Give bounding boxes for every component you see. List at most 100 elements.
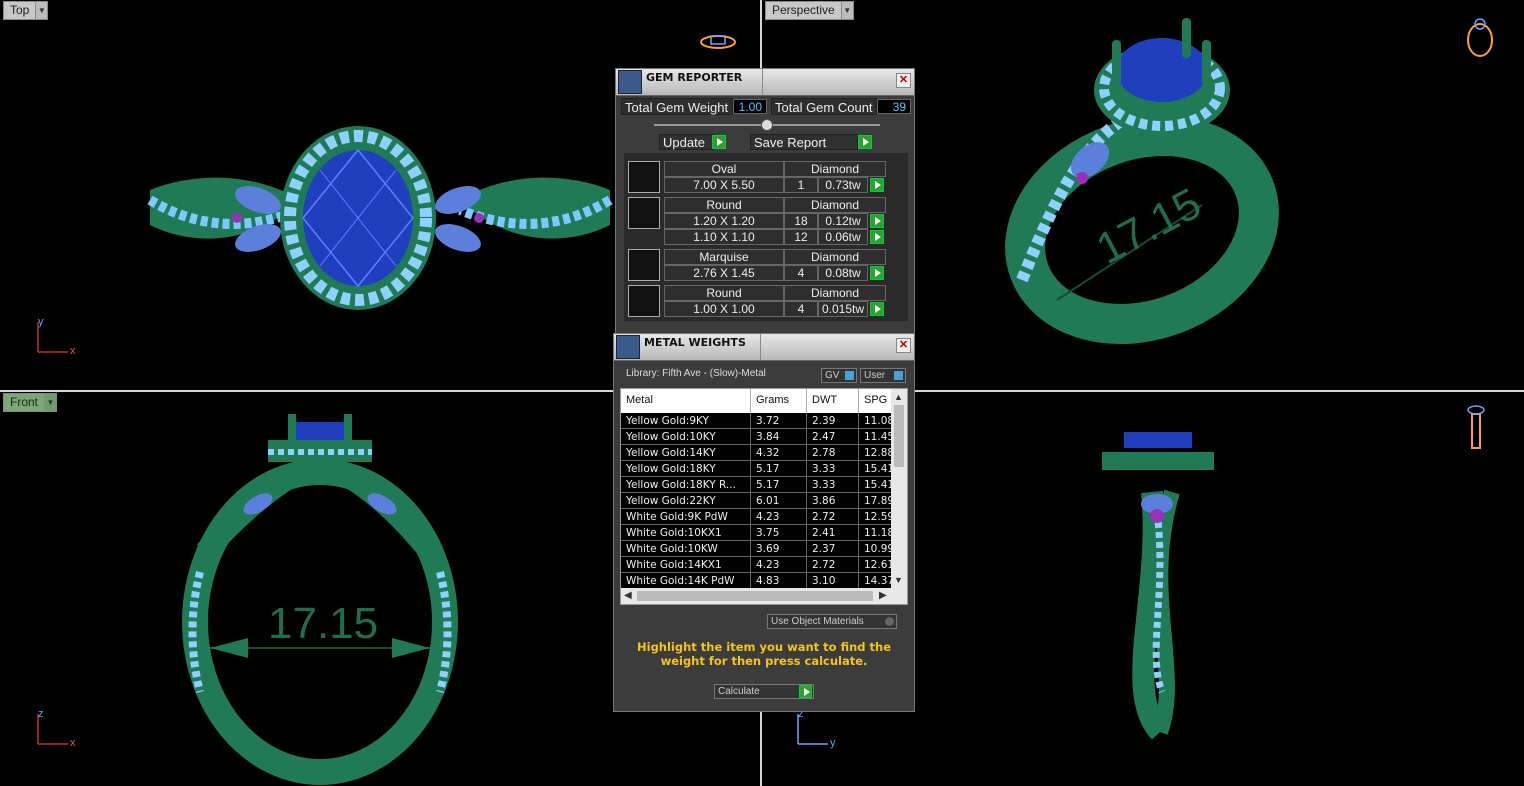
gem-qty: 1 <box>784 177 818 193</box>
scroll-left-icon[interactable]: ◀ <box>624 590 632 601</box>
grams-value: 4.23 <box>751 557 807 573</box>
save-report-button[interactable]: Save Report <box>750 134 858 150</box>
marquise-gem-icon <box>628 249 660 281</box>
gem-material: Diamond <box>784 161 886 177</box>
panel-title: GEM REPORTER <box>646 71 743 84</box>
gem-select-icon[interactable] <box>870 230 884 244</box>
gem-select-icon[interactable] <box>870 178 884 192</box>
axis-label-y: y <box>38 316 44 328</box>
grams-value: 4.83 <box>751 573 807 589</box>
gem-size: 2.76 X 1.45 <box>664 265 784 281</box>
ring-size-dimension-3d: 17.15 <box>1089 179 1209 274</box>
chevron-down-icon[interactable]: ▼ <box>44 394 57 411</box>
metal-name: Yellow Gold:18KY <box>621 461 751 477</box>
gem-shape: Oval <box>664 161 784 177</box>
metal-name: Yellow Gold:18KY R... <box>621 477 751 493</box>
column-header-metal[interactable]: Metal <box>621 389 751 413</box>
table-row[interactable]: Yellow Gold:22KY 6.01 3.86 17.89 <box>621 493 907 509</box>
update-go-icon[interactable] <box>712 135 726 149</box>
table-row[interactable]: White Gold:14K PdW 4.83 3.10 14.37 <box>621 573 907 589</box>
dwt-value: 3.33 <box>807 477 859 493</box>
gem-qty: 18 <box>784 213 818 229</box>
viewport-label-front[interactable]: Front ▼ <box>3 393 58 412</box>
round-gem-icon <box>628 197 660 229</box>
gem-list: Oval Diamond 7.00 X 5.50 1 0.73tw Round … <box>624 153 908 321</box>
gem-shape: Round <box>664 285 784 301</box>
calculate-go-icon[interactable] <box>799 685 812 698</box>
table-header: Metal Grams DWT SPG <box>621 389 891 413</box>
use-object-materials-toggle[interactable]: Use Object Materials <box>767 614 897 629</box>
close-icon[interactable]: ✕ <box>896 73 911 88</box>
dwt-value: 2.47 <box>807 429 859 445</box>
scroll-thumb[interactable] <box>894 405 904 467</box>
axis-label-x: x <box>70 345 76 357</box>
grams-value: 6.01 <box>751 493 807 509</box>
grams-value: 4.32 <box>751 445 807 461</box>
gem-select-icon[interactable] <box>870 214 884 228</box>
gv-toggle[interactable]: GV <box>821 368 857 383</box>
gem-qty: 4 <box>784 265 818 281</box>
grams-value: 4.23 <box>751 509 807 525</box>
user-label: User <box>864 370 886 381</box>
panel-title: METAL WEIGHTS <box>644 336 746 349</box>
gem-reporter-icon <box>618 70 642 94</box>
scroll-up-icon[interactable]: ▲ <box>894 392 903 402</box>
gem-material: Diamond <box>784 197 886 213</box>
use-object-materials-label: Use Object Materials <box>771 616 864 627</box>
gem-tw: 0.06tw <box>818 229 868 245</box>
table-row[interactable]: White Gold:9K PdW 4.23 2.72 12.59 <box>621 509 907 525</box>
update-button[interactable]: Update <box>659 134 715 150</box>
column-header-dwt[interactable]: DWT <box>807 389 859 413</box>
chevron-down-icon[interactable]: ▼ <box>840 2 853 19</box>
gem-size: 1.00 X 1.00 <box>664 301 784 317</box>
gem-size: 1.20 X 1.20 <box>664 213 784 229</box>
gem-tw: 0.73tw <box>818 177 868 193</box>
metal-weights-titlebar[interactable]: METAL WEIGHTS ✕ <box>614 334 914 361</box>
total-gem-count-label: Total Gem Count <box>771 98 877 115</box>
gem-tw: 0.12tw <box>818 213 868 229</box>
table-row[interactable]: Yellow Gold:9KY 3.72 2.39 11.08 <box>621 413 907 429</box>
round-gem-icon <box>628 285 660 317</box>
table-row[interactable]: Yellow Gold:14KY 4.32 2.78 12.88 <box>621 445 907 461</box>
dwt-value: 2.37 <box>807 541 859 557</box>
table-row[interactable]: Yellow Gold:10KY 3.84 2.47 11.45 <box>621 429 907 445</box>
gem-size: 1.10 X 1.10 <box>664 229 784 245</box>
instruction-text: Highlight the item you want to find the … <box>637 640 891 668</box>
metal-table: Metal Grams DWT SPG Yellow Gold:9KY 3.72 2… <box>620 388 908 605</box>
metal-name: Yellow Gold:10KY <box>621 429 751 445</box>
horizontal-scrollbar[interactable]: ◀ ▶ <box>621 588 907 604</box>
gem-shape: Marquise <box>664 249 784 265</box>
dwt-value: 2.39 <box>807 413 859 429</box>
table-row[interactable]: White Gold:14KX1 4.23 2.72 12.61 <box>621 557 907 573</box>
dwt-value: 3.86 <box>807 493 859 509</box>
slider-handle[interactable] <box>761 119 773 131</box>
metal-name: Yellow Gold:14KY <box>621 445 751 461</box>
gem-reporter-titlebar[interactable]: GEM REPORTER ✕ <box>616 69 914 96</box>
gem-tw: 0.08tw <box>818 265 868 281</box>
gem-reporter-panel: GEM REPORTER ✕ Total Gem Weight 1.00 Tot… <box>615 68 915 336</box>
chevron-down-icon[interactable]: ▼ <box>35 2 48 19</box>
viewport-label-perspective[interactable]: Perspective ▼ <box>765 1 854 20</box>
column-header-grams[interactable]: Grams <box>751 389 807 413</box>
metal-weights-icon <box>616 335 640 359</box>
scroll-right-icon[interactable]: ▶ <box>879 590 887 601</box>
grams-value: 3.69 <box>751 541 807 557</box>
gem-qty: 4 <box>784 301 818 317</box>
table-row[interactable]: White Gold:10KW 3.69 2.37 10.99 <box>621 541 907 557</box>
gem-select-icon[interactable] <box>870 302 884 316</box>
gem-select-icon[interactable] <box>870 266 884 280</box>
metal-name: White Gold:14KX1 <box>621 557 751 573</box>
user-toggle[interactable]: User <box>860 368 906 383</box>
close-icon[interactable]: ✕ <box>896 338 911 353</box>
table-row[interactable]: Yellow Gold:18KY R... 5.17 3.33 15.41 <box>621 477 907 493</box>
viewport-label-top[interactable]: Top ▼ <box>3 1 49 20</box>
table-row[interactable]: Yellow Gold:18KY 5.17 3.33 15.41 <box>621 461 907 477</box>
gem-material: Diamond <box>784 249 886 265</box>
grams-value: 3.72 <box>751 413 807 429</box>
save-report-go-icon[interactable] <box>858 135 872 149</box>
table-row[interactable]: White Gold:10KX1 3.75 2.41 11.18 <box>621 525 907 541</box>
vertical-scrollbar[interactable]: ▲ ▼ <box>891 389 907 589</box>
scroll-thumb[interactable] <box>637 591 873 601</box>
scroll-down-icon[interactable]: ▼ <box>894 575 903 585</box>
viewport-label-text: Top <box>4 2 36 19</box>
